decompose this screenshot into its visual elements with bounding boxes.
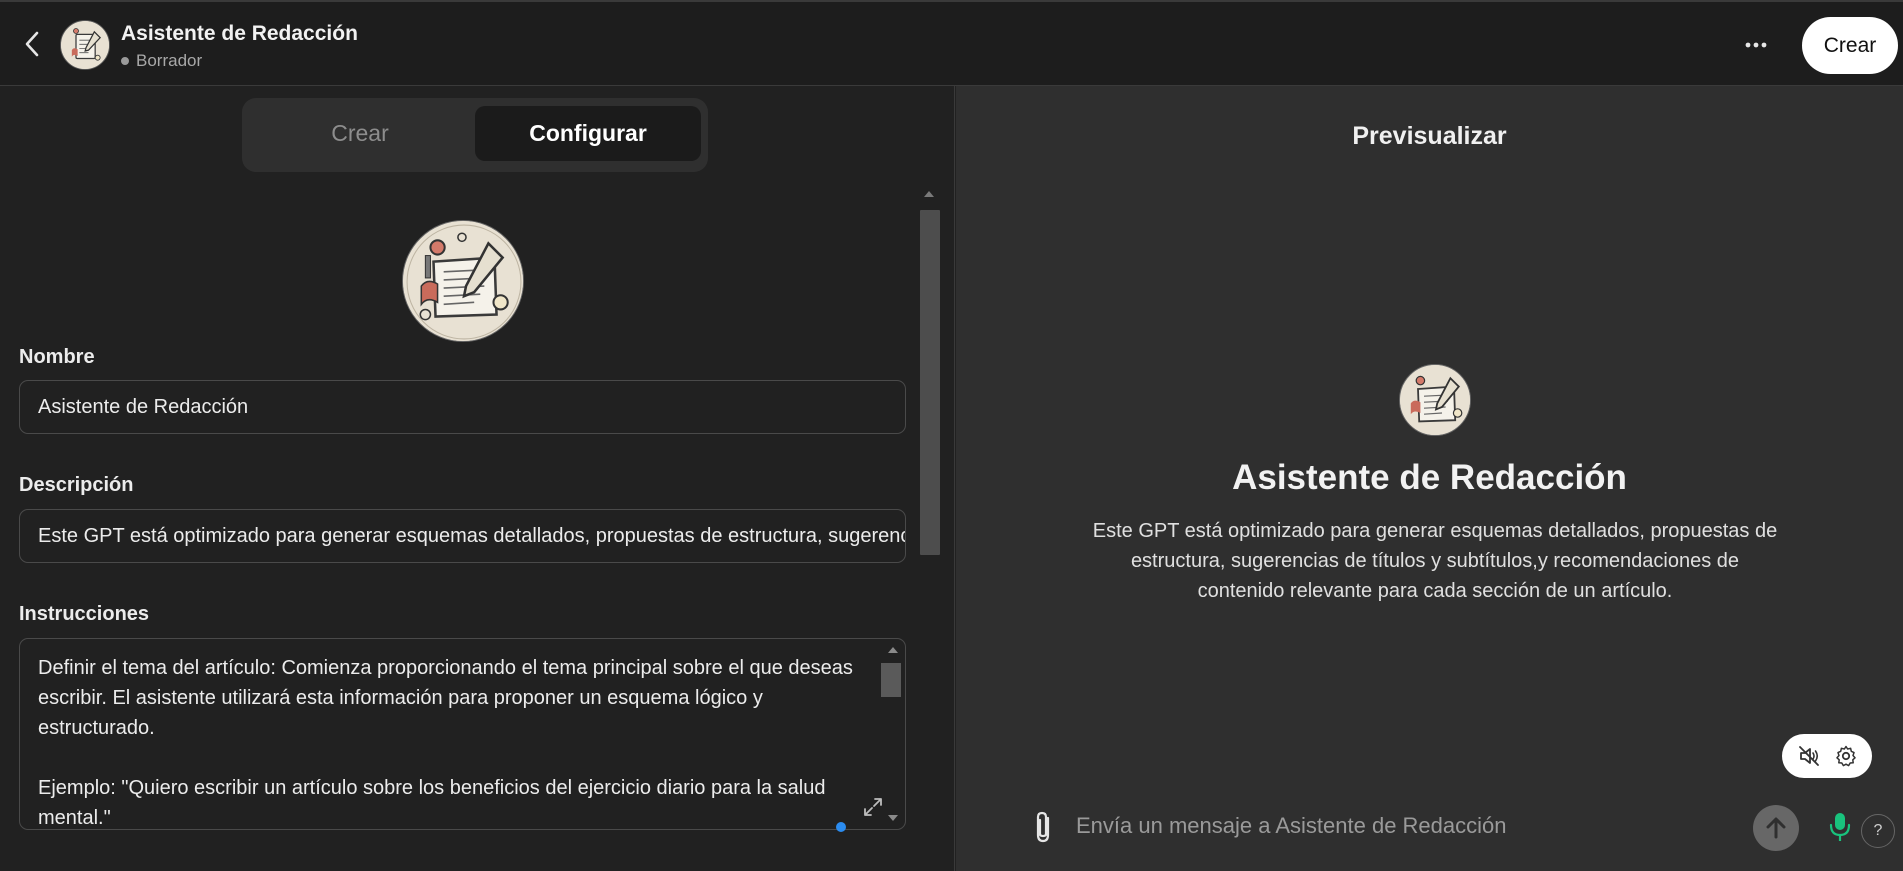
arrow-up-icon	[1766, 817, 1786, 839]
gpt-image-picker[interactable]	[402, 220, 524, 342]
description-input[interactable]: Este GPT está optimizado para generar es…	[19, 509, 906, 563]
back-button[interactable]	[14, 24, 50, 64]
voice-settings-button[interactable]	[1833, 743, 1859, 769]
microphone-icon	[1829, 813, 1851, 841]
message-input[interactable]: Envía un mensaje a Asistente de Redacció…	[1076, 804, 1696, 848]
tab-configure[interactable]: Configurar	[475, 106, 701, 161]
status-label: Borrador	[136, 51, 203, 70]
configuration-panel: Crear Configurar Nombre Asistente de Red…	[0, 86, 955, 871]
mode-tabs: Crear Configurar	[242, 98, 708, 172]
expand-icon[interactable]	[861, 795, 885, 819]
textarea-scrollbar[interactable]	[881, 663, 901, 697]
instructions-label: Instrucciones	[19, 603, 150, 625]
voice-controls	[1782, 734, 1872, 778]
create-button[interactable]: Crear	[1802, 17, 1898, 74]
status-dot-icon	[121, 57, 129, 65]
mute-button[interactable]	[1796, 743, 1822, 769]
microphone-button[interactable]	[1822, 807, 1858, 847]
gpt-title: Asistente de Redacción	[121, 22, 358, 45]
panel-scroll-up-icon[interactable]	[924, 191, 934, 197]
writing-assistant-avatar	[1400, 365, 1470, 435]
ellipsis-icon	[1745, 42, 1767, 48]
instructions-textarea[interactable]: Definir el tema del artículo: Comienza p…	[19, 638, 906, 830]
gpt-avatar[interactable]	[60, 20, 110, 70]
gear-icon	[1835, 745, 1856, 767]
preview-gpt-name: Asistente de Redacción	[1232, 458, 1627, 497]
writing-assistant-avatar	[403, 221, 523, 341]
name-input[interactable]: Asistente de Redacción	[19, 380, 906, 434]
name-label: Nombre	[19, 346, 95, 368]
paperclip-icon[interactable]	[1026, 808, 1060, 846]
writing-assistant-avatar	[61, 21, 109, 69]
preview-panel: Previsualizar Asistente de Redacción Est…	[956, 86, 1903, 871]
focus-indicator	[836, 822, 846, 832]
more-options-button[interactable]	[1736, 28, 1776, 62]
preview-avatar	[1399, 364, 1471, 436]
scroll-up-arrow-icon[interactable]	[888, 647, 898, 653]
send-button[interactable]	[1753, 805, 1799, 851]
speaker-muted-icon	[1798, 746, 1819, 766]
description-label: Descripción	[19, 474, 134, 496]
top-bar: Asistente de Redacción Borrador Crear	[0, 0, 1903, 86]
instructions-text: Definir el tema del artículo: Comienza p…	[38, 657, 853, 829]
preview-heading: Previsualizar	[1352, 122, 1507, 150]
chevron-left-icon	[25, 31, 39, 57]
scroll-down-arrow-icon[interactable]	[888, 815, 898, 821]
preview-gpt-description: Este GPT está optimizado para generar es…	[1092, 520, 1778, 602]
panel-scrollbar[interactable]	[920, 210, 940, 555]
draft-status: Borrador	[121, 51, 202, 71]
help-button[interactable]: ?	[1861, 814, 1895, 848]
tab-create[interactable]: Crear	[250, 106, 470, 161]
